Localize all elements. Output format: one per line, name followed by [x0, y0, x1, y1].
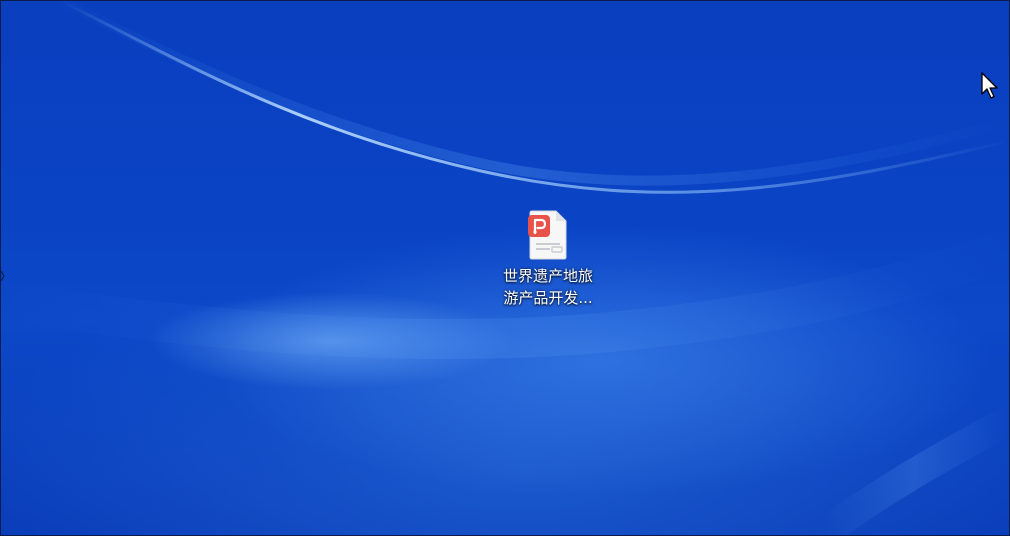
- wps-presentation-file-icon: [528, 210, 567, 260]
- desktop-file-label: 世界遗产地旅 游产品开发...: [489, 265, 607, 309]
- left-edge-marker: [1, 271, 5, 281]
- desktop[interactable]: 世界遗产地旅 游产品开发...: [0, 0, 1010, 536]
- arrow-pointer-icon: [981, 72, 998, 99]
- desktop-file-icon[interactable]: 世界遗产地旅 游产品开发...: [489, 207, 607, 317]
- label-line-1: 世界遗产地旅: [502, 267, 593, 285]
- label-line-2: 游产品开发...: [503, 289, 593, 307]
